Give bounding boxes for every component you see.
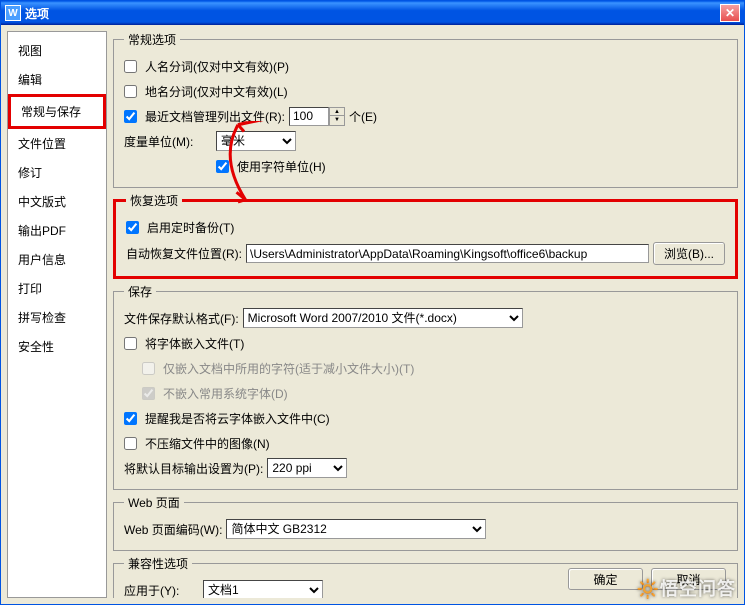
measure-select[interactable]: 毫米: [216, 131, 296, 151]
sidebar-item-spell-check[interactable]: 拼写检查: [8, 303, 106, 332]
enable-backup-checkbox[interactable]: [126, 221, 139, 234]
default-format-label: 文件保存默认格式(F):: [124, 310, 239, 327]
place-split-checkbox[interactable]: [124, 85, 137, 98]
browse-button[interactable]: 浏览(B)...: [653, 242, 725, 265]
titlebar: W 选项 ✕: [1, 1, 744, 25]
no-sys-font-label: 不嵌入常用系统字体(D): [163, 385, 288, 402]
recovery-options-group: 恢复选项 启用定时备份(T) 自动恢复文件位置(R): 浏览(B)...: [113, 192, 738, 279]
sidebar-item-security[interactable]: 安全性: [8, 332, 106, 361]
char-unit-label: 使用字符单位(H): [237, 158, 326, 175]
embed-used-checkbox: [142, 362, 155, 375]
embed-font-checkbox[interactable]: [124, 337, 137, 350]
no-compress-label: 不压缩文件中的图像(N): [145, 435, 270, 452]
sidebar-item-user-info[interactable]: 用户信息: [8, 245, 106, 274]
save-options-group: 保存 文件保存默认格式(F): Microsoft Word 2007/2010…: [113, 283, 738, 490]
place-split-label: 地名分词(仅对中文有效)(L): [145, 83, 288, 100]
web-legend: Web 页面: [124, 494, 184, 511]
cloud-font-label: 提醒我是否将云字体嵌入文件中(C): [145, 410, 330, 427]
measure-label: 度量单位(M):: [124, 133, 212, 150]
save-legend: 保存: [124, 283, 156, 300]
options-dialog: W 选项 ✕ 视图 编辑 常规与保存 文件位置 修订 中文版式 输出PDF 用户…: [0, 0, 745, 605]
recent-files-label: 最近文档管理列出文件(R):: [145, 108, 285, 125]
recent-files-unit: 个(E): [349, 108, 377, 125]
dialog-footer: 确定 取消: [568, 568, 726, 590]
embed-font-label: 将字体嵌入文件(T): [145, 335, 244, 352]
sidebar-item-edit[interactable]: 编辑: [8, 65, 106, 94]
apply-to-label: 应用于(Y):: [124, 582, 199, 599]
sidebar-item-general-save[interactable]: 常规与保存: [8, 94, 106, 129]
sidebar-item-file-location[interactable]: 文件位置: [8, 129, 106, 158]
sidebar: 视图 编辑 常规与保存 文件位置 修订 中文版式 输出PDF 用户信息 打印 拼…: [7, 31, 107, 598]
recent-files-input[interactable]: [289, 107, 329, 126]
no-compress-checkbox[interactable]: [124, 437, 137, 450]
cancel-button[interactable]: 取消: [651, 568, 726, 590]
main-panel: 常规选项 人名分词(仅对中文有效)(P) 地名分词(仅对中文有效)(L) 最近文…: [113, 31, 738, 598]
apply-to-select[interactable]: 文档1: [203, 580, 323, 598]
name-split-label: 人名分词(仅对中文有效)(P): [145, 58, 289, 75]
recovery-legend: 恢复选项: [126, 192, 182, 209]
default-format-select[interactable]: Microsoft Word 2007/2010 文件(*.docx): [243, 308, 523, 328]
enable-backup-label: 启用定时备份(T): [147, 219, 234, 236]
close-button[interactable]: ✕: [720, 4, 740, 22]
web-encoding-select[interactable]: 简体中文 GB2312: [226, 519, 486, 539]
sidebar-item-revision[interactable]: 修订: [8, 158, 106, 187]
name-split-checkbox[interactable]: [124, 60, 137, 73]
web-group: Web 页面 Web 页面编码(W): 简体中文 GB2312: [113, 494, 738, 551]
web-encoding-label: Web 页面编码(W):: [124, 521, 222, 538]
sidebar-item-view[interactable]: 视图: [8, 36, 106, 65]
auto-recover-label: 自动恢复文件位置(R):: [126, 245, 242, 262]
embed-used-label: 仅嵌入文档中所用的字符(适于减小文件大小)(T): [163, 360, 414, 377]
sidebar-item-output-pdf[interactable]: 输出PDF: [8, 216, 106, 245]
no-sys-font-checkbox: [142, 387, 155, 400]
sidebar-item-chinese-layout[interactable]: 中文版式: [8, 187, 106, 216]
char-unit-checkbox[interactable]: [216, 160, 229, 173]
ok-button[interactable]: 确定: [568, 568, 643, 590]
cloud-font-checkbox[interactable]: [124, 412, 137, 425]
recent-files-spinner[interactable]: ▲▼: [329, 107, 345, 126]
general-legend: 常规选项: [124, 31, 180, 48]
ppi-select[interactable]: 220 ppi: [267, 458, 347, 478]
compat-legend: 兼容性选项: [124, 555, 192, 572]
recover-path-input[interactable]: [246, 244, 649, 263]
sidebar-item-print[interactable]: 打印: [8, 274, 106, 303]
window-title: 选项: [25, 5, 720, 22]
app-icon: W: [5, 5, 21, 21]
general-options-group: 常规选项 人名分词(仅对中文有效)(P) 地名分词(仅对中文有效)(L) 最近文…: [113, 31, 738, 188]
default-output-label: 将默认目标输出设置为(P):: [124, 460, 263, 477]
recent-files-checkbox[interactable]: [124, 110, 137, 123]
